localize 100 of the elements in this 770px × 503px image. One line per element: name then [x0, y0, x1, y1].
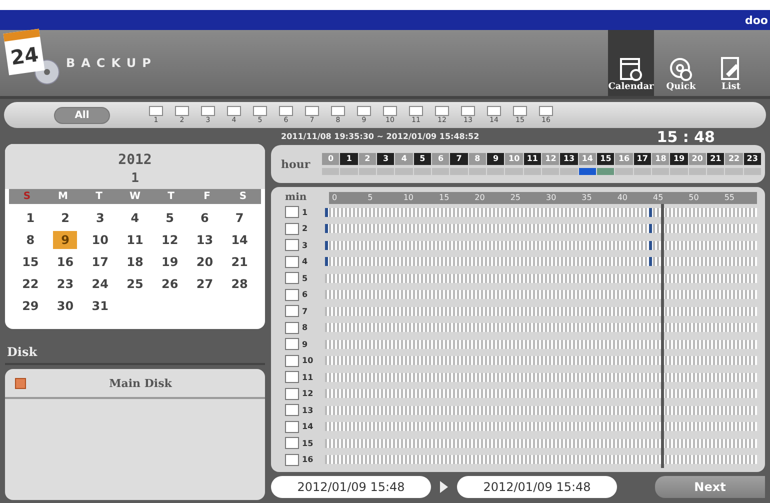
channel-checkbox[interactable] — [409, 106, 423, 116]
calendar-day[interactable]: 27 — [192, 275, 217, 293]
channel-checkbox[interactable] — [285, 371, 299, 384]
hour-cell[interactable] — [377, 168, 394, 175]
hour-cell[interactable] — [578, 168, 596, 175]
calendar-day[interactable]: 29 — [18, 297, 42, 315]
minute-track[interactable] — [325, 340, 757, 349]
channel-checkbox[interactable] — [305, 106, 319, 116]
hour-cell[interactable] — [688, 168, 706, 175]
minute-track[interactable] — [325, 208, 757, 217]
hour-cell[interactable] — [652, 168, 670, 175]
channel-checkbox[interactable] — [149, 106, 163, 116]
hour-cell[interactable] — [615, 168, 633, 175]
hour-cell[interactable] — [450, 168, 468, 175]
calendar-day[interactable]: 13 — [192, 231, 217, 249]
calendar-day[interactable]: 26 — [158, 275, 182, 293]
calendar-day[interactable]: 30 — [53, 297, 78, 315]
channel-checkbox[interactable] — [285, 305, 299, 318]
end-time-field[interactable]: 2012/01/09 15:48 — [457, 476, 617, 498]
calendar-day[interactable]: 2 — [53, 209, 78, 227]
calendar-day[interactable]: 31 — [88, 297, 112, 315]
minute-track[interactable] — [325, 323, 757, 332]
calendar-day[interactable]: 3 — [88, 209, 112, 227]
minute-track[interactable] — [325, 406, 757, 415]
hour-cell[interactable] — [487, 168, 504, 175]
calendar-day[interactable]: 15 — [18, 253, 42, 271]
mode-tab[interactable]: Calendar — [608, 30, 654, 96]
time-cursor[interactable] — [660, 204, 664, 468]
hour-cell[interactable] — [597, 168, 614, 175]
channel-checkbox[interactable] — [461, 106, 475, 116]
calendar-day[interactable]: 25 — [122, 275, 147, 293]
hour-cell[interactable] — [634, 168, 652, 175]
channel-checkbox[interactable] — [285, 288, 299, 301]
calendar-day[interactable]: 21 — [228, 253, 252, 271]
minute-track[interactable] — [325, 455, 757, 464]
channel-checkbox[interactable] — [253, 106, 267, 116]
calendar-day[interactable]: 28 — [228, 275, 252, 293]
channel-checkbox[interactable] — [331, 106, 345, 116]
calendar-day[interactable]: 16 — [53, 253, 78, 271]
minute-track[interactable] — [325, 240, 757, 250]
calendar-day[interactable]: 19 — [158, 253, 182, 271]
channel-checkbox[interactable] — [285, 206, 299, 218]
calendar-day[interactable]: 4 — [122, 209, 147, 227]
calendar-day[interactable]: 1 — [18, 209, 42, 227]
channel-checkbox[interactable] — [285, 256, 299, 268]
hour-cell[interactable] — [358, 168, 376, 175]
calendar-day[interactable]: 10 — [88, 231, 112, 249]
minute-track[interactable] — [325, 257, 757, 266]
minute-track[interactable] — [325, 372, 757, 382]
channel-checkbox[interactable] — [285, 322, 299, 334]
channel-checkbox[interactable] — [435, 106, 449, 116]
channel-checkbox[interactable] — [487, 106, 501, 116]
channel-checkbox[interactable] — [285, 388, 299, 400]
channel-checkbox[interactable] — [201, 106, 215, 116]
hour-cell[interactable] — [468, 168, 486, 175]
calendar-day[interactable]: 6 — [192, 209, 217, 227]
calendar-day[interactable]: 8 — [18, 231, 42, 249]
mode-tab[interactable]: Quick — [658, 30, 704, 96]
minute-track[interactable] — [325, 306, 757, 316]
calendar-day[interactable]: 5 — [158, 209, 182, 227]
start-time-field[interactable]: 2012/01/09 15:48 — [271, 476, 431, 498]
channel-checkbox[interactable] — [279, 106, 293, 116]
channel-checkbox[interactable] — [285, 338, 299, 350]
hour-cell[interactable] — [542, 168, 560, 175]
hour-cell[interactable] — [414, 168, 432, 175]
channel-checkbox[interactable] — [285, 272, 299, 284]
calendar-day[interactable]: 20 — [192, 253, 217, 271]
calendar-day[interactable]: 24 — [88, 275, 112, 293]
minute-track[interactable] — [325, 356, 757, 366]
channel-checkbox[interactable] — [357, 106, 371, 116]
mode-tab[interactable]: List — [708, 30, 754, 96]
channel-checkbox[interactable] — [175, 106, 189, 116]
hour-cell[interactable] — [524, 168, 542, 175]
disk-checkbox[interactable] — [15, 378, 26, 388]
hour-cell[interactable] — [322, 168, 340, 175]
minute-track[interactable] — [325, 274, 757, 283]
calendar-day[interactable]: 7 — [228, 209, 252, 227]
channel-checkbox[interactable] — [285, 437, 299, 450]
calendar-day[interactable]: 12 — [158, 231, 182, 249]
channel-checkbox[interactable] — [285, 354, 299, 367]
hour-cell[interactable] — [560, 168, 578, 175]
minute-track[interactable] — [325, 389, 757, 398]
hour-cell[interactable] — [670, 168, 688, 175]
hour-cell[interactable] — [395, 168, 413, 175]
hour-cell[interactable] — [505, 168, 523, 175]
channel-checkbox[interactable] — [285, 222, 299, 235]
hour-cell[interactable] — [744, 168, 761, 175]
hour-cell[interactable] — [725, 168, 743, 175]
channel-checkbox[interactable] — [285, 454, 299, 466]
channel-checkbox[interactable] — [227, 106, 241, 116]
hour-cell[interactable] — [340, 168, 358, 175]
channel-checkbox[interactable] — [285, 404, 299, 416]
calendar-day[interactable]: 11 — [122, 231, 147, 249]
calendar-day[interactable]: 22 — [18, 275, 42, 293]
hour-cell[interactable] — [707, 168, 724, 175]
calendar-day[interactable]: 23 — [53, 275, 78, 293]
calendar-day[interactable]: 14 — [228, 231, 252, 249]
channel-checkbox[interactable] — [539, 106, 553, 116]
minute-track[interactable] — [325, 422, 757, 432]
minute-track[interactable] — [325, 438, 757, 448]
